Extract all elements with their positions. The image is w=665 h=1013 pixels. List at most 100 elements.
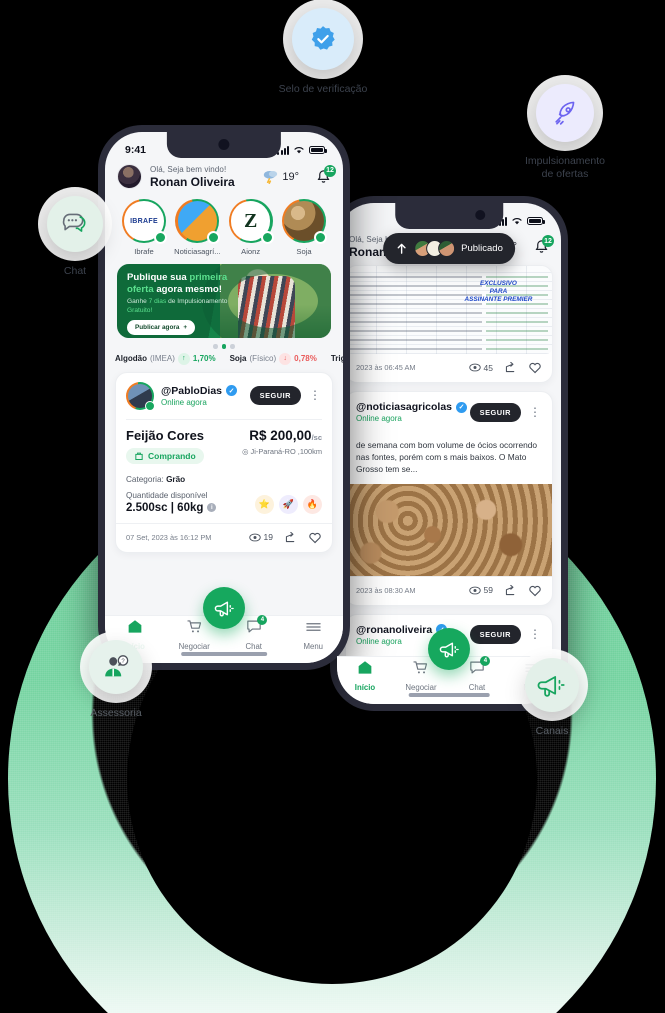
megaphone-icon [537, 676, 565, 697]
promo-line-1: EXCLUSIVO [479, 280, 517, 288]
rocket-icon [555, 101, 575, 125]
info-icon[interactable]: i [207, 503, 217, 512]
feature-canais[interactable]: Canais [500, 658, 604, 738]
online-status: Online agora [356, 414, 402, 423]
arrow-up-icon: ↑ [177, 352, 190, 365]
cart-icon [413, 661, 428, 674]
wifi-icon [294, 147, 304, 154]
buying-bag-icon [135, 452, 143, 460]
views-count: 19 [248, 532, 273, 542]
advisor-person-icon: ? [105, 655, 129, 677]
promo-line-3: ASSINANTE PREMIER [464, 296, 533, 304]
follow-button[interactable]: SEGUIR [249, 386, 301, 405]
feature-assessoria[interactable]: ? Assessoria [62, 640, 170, 720]
eye-icon [468, 586, 481, 594]
banner-title: Publique sua primeira oferta agora mesmo… [127, 272, 228, 295]
arrow-up-icon [397, 243, 406, 254]
chat-badge: 4 [257, 615, 268, 625]
home-indicator [408, 693, 490, 697]
star-icon: ⭐ [255, 494, 274, 514]
front-create-post-fab[interactable] [203, 587, 245, 629]
online-status: Online agora [161, 397, 207, 407]
intent-badge: Comprando [126, 447, 204, 464]
verified-badge-icon [311, 26, 335, 50]
offer-badges: ⭐ 🚀 🔥 [255, 494, 322, 514]
back-phone-mockup: . Olá, Seja bem vindo! Ronan Oliveira 19… [330, 196, 568, 711]
channel-item-aionz[interactable]: Z Aionz [226, 199, 276, 256]
eye-icon [248, 533, 261, 541]
views-count: 59 [468, 585, 493, 595]
share-icon[interactable] [284, 531, 297, 544]
hero-illustration: . Olá, Seja bem vindo! Ronan Oliveira 19… [0, 0, 665, 1013]
heart-icon[interactable] [308, 531, 322, 544]
cart-icon [187, 620, 201, 633]
kebab-menu-icon[interactable]: ⋮ [308, 389, 322, 402]
tab-inicio[interactable]: Início [340, 660, 389, 692]
weather-widget: 19° [262, 169, 299, 184]
notifications-bell[interactable]: 12 [316, 164, 336, 185]
promo-banner[interactable]: Publique sua primeira oferta agora mesmo… [117, 264, 331, 338]
feature-impulsionamento[interactable]: Impulsionamento de ofertas [485, 84, 645, 181]
back-create-post-fab[interactable] [428, 628, 470, 670]
post-author-handle[interactable]: @noticiasagricolas [356, 401, 452, 413]
front-header-greeting: Olá, Seja bem vindo! Ronan Oliveira 19° … [105, 162, 343, 195]
wifi-icon [512, 218, 522, 225]
online-dot [313, 231, 327, 244]
back-post-card-2[interactable]: @noticiasagricolas ✓ Online agora SEGUIR… [345, 391, 553, 606]
back-post-card-1[interactable]: EXCLUSIVO PARA ASSINANTE PREMIER 2023 às… [345, 265, 553, 383]
heart-icon[interactable] [528, 584, 542, 597]
temperature: 19° [282, 170, 299, 183]
feature-label: Selo de verificação [278, 83, 368, 95]
rocket-icon: 🚀 [279, 494, 298, 514]
beans-photo [346, 483, 552, 576]
share-icon[interactable] [504, 361, 517, 374]
megaphone-icon [214, 601, 234, 616]
offer-timestamp: 07 Set, 2023 às 16:12 PM [126, 532, 212, 542]
offer-location: ◎ Ji-Paraná-RO ,100km [242, 446, 322, 456]
tab-menu[interactable]: Menu [287, 620, 339, 651]
post-text: de semana com bom volume de ócios ocorre… [356, 440, 538, 475]
ticker-item-algodao[interactable]: Algodão (IMEA) ↑ 1,70% [115, 352, 216, 365]
home-indicator [181, 652, 267, 656]
offer-author-handle[interactable]: @PabloDias [161, 385, 222, 397]
hamburger-icon [306, 622, 321, 631]
channel-item-noticiasagricolas[interactable]: Noticiasagrí... [172, 199, 222, 256]
online-dot [260, 231, 274, 244]
phone-notch [166, 132, 282, 158]
avatar[interactable] [126, 381, 155, 411]
published-pill: Publicado [383, 233, 515, 264]
banner-carousel-dots[interactable] [117, 338, 331, 353]
post-author-handle[interactable]: @ronanoliveira [356, 624, 432, 636]
eye-icon [468, 363, 481, 372]
battery-icon [309, 146, 327, 154]
kebab-menu-icon[interactable]: ⋮ [528, 628, 542, 641]
greeting-text: Olá, Seja bem vindo! [150, 164, 227, 174]
arrow-down-icon: ↓ [279, 352, 292, 365]
ticker-item-trigo[interactable]: Trigo ( [331, 354, 343, 363]
commodity-ticker[interactable]: Algodão (IMEA) ↑ 1,70% Soja (Físico) ↓ 0… [105, 352, 343, 372]
feature-selo-verificacao[interactable]: Selo de verificação [248, 8, 398, 96]
channel-item-soja[interactable]: Soja [279, 199, 329, 256]
banner-subtitle: Ganhe 7 dias de Impulsionamento Gratuito… [127, 298, 228, 314]
online-dot [145, 400, 155, 411]
home-icon [358, 661, 372, 674]
ticker-item-soja[interactable]: Soja (Físico) ↓ 0,78% [230, 352, 317, 365]
battery-icon [527, 217, 545, 225]
share-icon[interactable] [504, 584, 517, 597]
avatar[interactable] [117, 164, 142, 189]
publicar-agora-button[interactable]: Publicar agora + [127, 320, 196, 336]
online-dot [154, 231, 167, 244]
verified-check-icon: ✓ [456, 401, 468, 413]
feature-chat[interactable]: Chat [20, 196, 130, 278]
kebab-menu-icon[interactable]: ⋮ [528, 406, 542, 419]
follow-button[interactable]: SEGUIR [469, 402, 521, 422]
follow-button[interactable]: SEGUIR [469, 625, 521, 645]
heart-icon[interactable] [528, 361, 542, 374]
notification-count: 12 [542, 235, 554, 247]
offer-price: R$ 200,00/sc [249, 427, 322, 443]
channels-row: IBRAFE Ibrafe Noticiasagrí... Z Aionz So… [105, 195, 343, 264]
status-time: 9:41 [125, 144, 147, 156]
notifications-bell[interactable]: 12 [534, 235, 554, 255]
fire-icon: 🔥 [303, 494, 322, 514]
offer-card[interactable]: @PabloDias ✓ Online agora SEGUIR ⋮ Feijã… [115, 371, 333, 553]
